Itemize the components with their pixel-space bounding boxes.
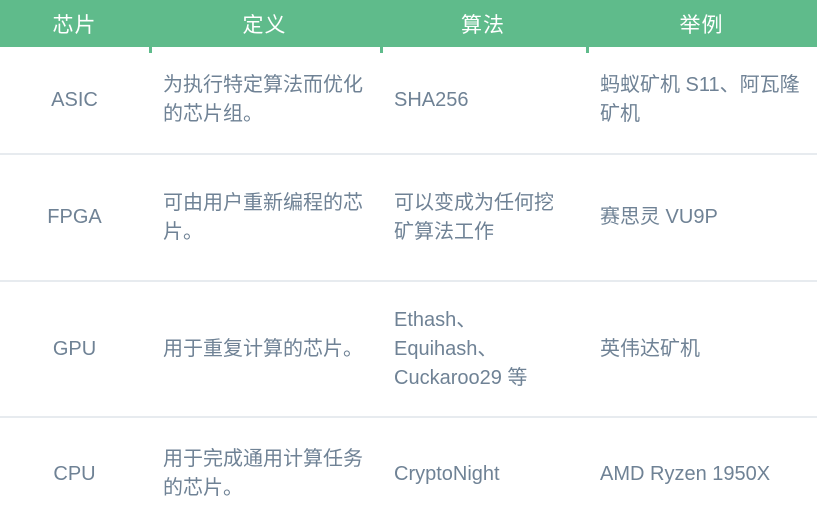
cell-algorithm: Ethash、Equihash、Cuckaroo29 等 xyxy=(380,280,586,417)
header-row: 芯片 定义 算法 举例 xyxy=(0,0,817,47)
cell-algorithm: SHA256 xyxy=(380,47,586,154)
chip-name: FPGA xyxy=(47,206,102,228)
definition-text: 为执行特定算法而优化的芯片组。 xyxy=(163,74,363,125)
example-text: 赛思灵 VU9P xyxy=(600,206,718,228)
cell-definition: 用于重复计算的芯片。 xyxy=(149,280,380,417)
table-body: ASIC 为执行特定算法而优化的芯片组。 SHA256 蚂蚁矿机 S11、阿瓦隆… xyxy=(0,47,817,530)
column-header-example: 举例 xyxy=(679,13,724,37)
column-header-chip: 芯片 xyxy=(52,13,97,37)
algorithm-text: SHA256 xyxy=(394,88,469,111)
algorithm-text: CryptoNight xyxy=(394,462,500,485)
chip-name: CPU xyxy=(53,462,96,485)
algorithm-text: 可以变成为任何挖矿算法工作 xyxy=(394,191,554,243)
definition-text: 可由用户重新编程的芯片。 xyxy=(163,191,363,243)
algorithm-text: Ethash、Equihash、Cuckaroo29 等 xyxy=(394,308,528,389)
example-text: 英伟达矿机 xyxy=(600,337,700,360)
cell-example: 赛思灵 VU9P xyxy=(586,153,817,281)
table-header: 芯片 定义 算法 举例 xyxy=(0,0,817,47)
table-row: CPU 用于完成通用计算任务的芯片。 CryptoNight AMD Ryzen… xyxy=(0,416,817,530)
cell-chip: FPGA xyxy=(0,153,149,281)
cell-chip: ASIC xyxy=(0,47,149,154)
definition-text: 用于完成通用计算任务的芯片。 xyxy=(163,448,363,499)
cell-definition: 可由用户重新编程的芯片。 xyxy=(149,153,380,281)
table-row: FPGA 可由用户重新编程的芯片。 可以变成为任何挖矿算法工作 赛思灵 VU9P xyxy=(0,153,817,281)
chip-name: ASIC xyxy=(51,88,98,111)
cell-definition: 为执行特定算法而优化的芯片组。 xyxy=(149,47,380,154)
cell-algorithm: 可以变成为任何挖矿算法工作 xyxy=(380,153,586,281)
table-row: ASIC 为执行特定算法而优化的芯片组。 SHA256 蚂蚁矿机 S11、阿瓦隆… xyxy=(0,47,817,154)
table-row: GPU 用于重复计算的芯片。 Ethash、Equihash、Cuckaroo2… xyxy=(0,280,817,417)
example-text: AMD Ryzen 1950X xyxy=(600,462,771,485)
chip-name: GPU xyxy=(52,337,97,360)
column-header-definition: 定义 xyxy=(242,13,287,37)
cell-example: AMD Ryzen 1950X xyxy=(586,416,817,530)
chip-comparison-table: 芯片 定义 算法 举例 ASIC 为执行特定算法而优化的芯片组。 SHA256 … xyxy=(0,0,817,530)
definition-text: 用于重复计算的芯片。 xyxy=(163,337,363,360)
example-text: 蚂蚁矿机 S11、阿瓦隆矿机 xyxy=(600,74,800,125)
cell-definition: 用于完成通用计算任务的芯片。 xyxy=(149,416,380,530)
column-header-algorithm: 算法 xyxy=(461,13,505,37)
cell-example: 蚂蚁矿机 S11、阿瓦隆矿机 xyxy=(586,47,817,154)
cell-example: 英伟达矿机 xyxy=(586,280,817,417)
cell-chip: GPU xyxy=(0,280,149,417)
cell-chip: CPU xyxy=(0,416,149,530)
cell-algorithm: CryptoNight xyxy=(380,416,586,530)
